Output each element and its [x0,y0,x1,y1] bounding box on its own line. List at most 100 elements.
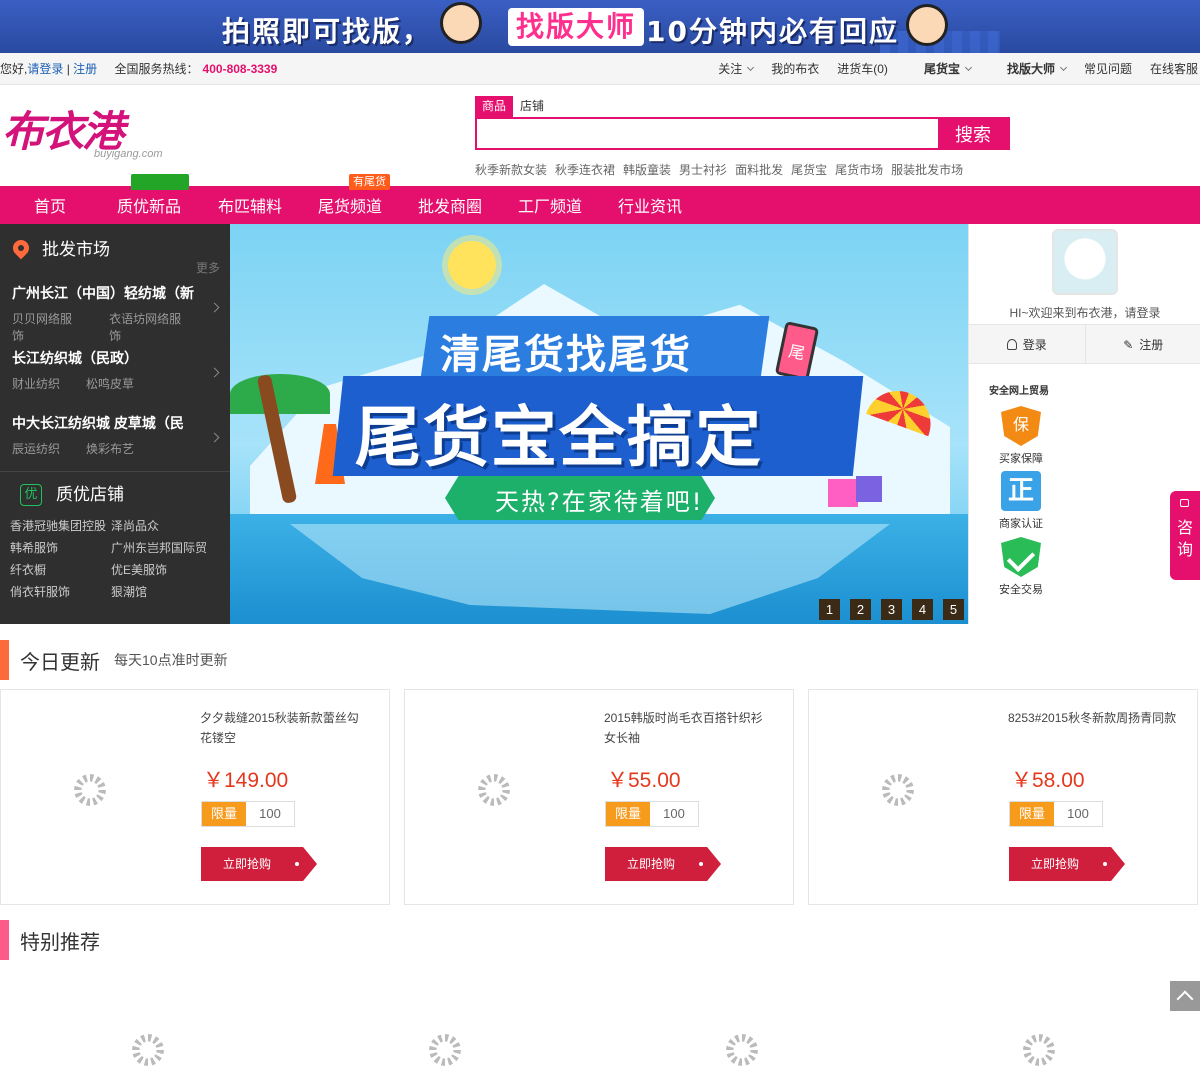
panel-register-label: 注册 [1139,338,1164,352]
panel-login-button[interactable]: 登录 [969,325,1086,363]
shop-link[interactable]: 俏衣轩服饰 [10,583,111,600]
loading-spinner-icon [74,774,106,806]
tab-goods[interactable]: 商品 [475,96,514,117]
market-item[interactable]: 长江纺织城（民政） 财业纺织 松鸣皮草 [0,341,230,406]
product-name[interactable]: 2015韩版时尚毛衣百搭针织衫女长袖 [604,708,774,748]
sun-illustration [448,241,496,289]
user-panel: HI~欢迎来到布衣港，请登录 登录 ✎ 注册 安全网上贸易 保 买家保障 正 商家… [968,224,1200,624]
market-item[interactable]: 广州长江（中国）轻纺城（新 贝贝网络服饰 衣语坊网络服饰 [0,276,230,344]
nav-factory[interactable]: 工厂频道 [518,186,582,224]
follow-menu[interactable]: 关注 [700,53,755,85]
hot-keyword[interactable]: 秋季连衣裙 [555,161,615,178]
market-sidebar: 批发市场 更多 广州长江（中国）轻纺城（新 贝贝网络服饰 衣语坊网络服饰 长江纺织… [0,224,230,624]
hot-keyword[interactable]: 服装批发市场 [891,161,963,178]
buyer-guarantee[interactable]: 保 买家保障 [991,406,1051,466]
loading-spinner-icon [882,774,914,806]
faq-link[interactable]: 常见问题 [1084,53,1132,85]
hot-keywords: 秋季新款女装 秋季连衣裙 韩版童装 男士衬衫 面料批发 尾货宝 尾货市场 服装批… [475,161,971,178]
special-section-header: 特别推荐 [0,920,100,960]
cartoon-photographer-icon [440,2,482,44]
register-link[interactable]: 注册 [73,62,97,76]
hot-keyword[interactable]: 秋季新款女装 [475,161,547,178]
limit-value: 100 [259,806,281,821]
quality-shops-header: 优 质优店铺 [0,471,230,517]
search-box: 搜索 [475,117,1010,150]
shop-link[interactable]: 泽尚品众 [111,517,221,534]
consult-label-2: 询 [1176,540,1193,559]
check-shield-icon [1001,537,1041,577]
buy-now-button[interactable]: 立即抢购 [1009,847,1125,881]
hot-keyword[interactable]: 尾货宝 [791,161,827,178]
hot-keyword[interactable]: 男士衬衫 [679,161,727,178]
nav-home[interactable]: 首页 [34,186,66,224]
limit-value: 100 [1067,806,1089,821]
back-to-top-icon[interactable] [1170,981,1200,1011]
slide-dot[interactable]: 5 [943,599,964,620]
hot-keyword[interactable]: 韩版童装 [623,161,671,178]
search-button[interactable]: 搜索 [938,119,1008,148]
loading-spinner-icon [478,774,510,806]
buy-now-button[interactable]: 立即抢购 [605,847,721,881]
product-name[interactable]: 夕夕裁缝2015秋装新款蕾丝勾花镂空 [200,708,370,748]
weihuobao-label: 尾货宝 [923,62,960,76]
product-card[interactable]: 夕夕裁缝2015秋装新款蕾丝勾花镂空 ￥149.00 限量 100 立即抢购 [0,689,390,905]
shop-link[interactable]: 香港冠驰集团控股 [10,517,111,534]
nav-fabrics[interactable]: 布匹辅料 [218,186,282,224]
market-shop-link[interactable]: 松鸣皮草 [86,375,134,392]
market-item[interactable]: 中大长江纺织城 皮草城（民 辰运纺织 焕彩布艺 [0,406,230,471]
verified-icon: 正 [1001,471,1041,511]
avatar [1052,229,1118,295]
login-link[interactable]: 请登录 [27,62,63,76]
market-shop-link[interactable]: 辰运纺织 [12,440,60,457]
product-card[interactable]: 8253#2015秋冬新款周扬青同款 ￥58.00 限量 100 立即抢购 [808,689,1198,905]
nav-industry-news[interactable]: 行业资讯 [618,186,682,224]
site-logo[interactable]: 布衣港 buyigang.com [2,98,163,168]
shop-link[interactable]: 韩希服饰 [10,539,111,556]
shop-link[interactable]: 纤衣橱 [10,561,111,578]
hotline-label: 全国服务热线： [114,62,199,76]
hero-title-2: 尾货宝全搞定 [355,399,763,476]
shop-link[interactable]: 优E美服饰 [111,561,221,578]
market-shop-link[interactable]: 衣语坊网络服饰 [109,310,192,344]
market-shop-link[interactable]: 贝贝网络服饰 [12,310,83,344]
carousel-pager: 1 2 3 4 5 [809,599,964,620]
panel-register-button[interactable]: ✎ 注册 [1086,325,1200,363]
slide-dot[interactable]: 1 [819,599,840,620]
nav-wholesale[interactable]: 批发商圈 [418,186,482,224]
tab-shops[interactable]: 店铺 [513,96,551,117]
market-shop-link[interactable]: 焕彩布艺 [86,440,134,457]
weihuobao-menu[interactable]: 尾货宝 [906,53,972,85]
utility-right: 关注 我的布衣 进货车(0) 尾货宝 找版大师 常见问题 在线客服 [682,53,1200,85]
search-input[interactable] [477,119,938,148]
more-link[interactable]: 更多 [196,262,220,274]
my-buyi-link[interactable]: 我的布衣 [771,53,819,85]
merchant-verify[interactable]: 正 商家认证 [991,471,1051,531]
chat-icon [1180,499,1189,507]
logo-en: buyigang.com [94,148,163,160]
today-section-header: 今日更新 每天10点准时更新 [0,640,228,680]
hot-keyword[interactable]: 尾货市场 [835,161,883,178]
loading-spinner-icon [726,1034,758,1066]
hero-carousel[interactable]: 尾 清尾货找尾货 尾货宝全搞定 天热?在家待着吧! 1 2 3 4 5 [230,224,968,624]
nav-new-products[interactable]: 质优新品 [117,186,181,224]
slide-dot[interactable]: 4 [912,599,933,620]
hot-keyword[interactable]: 面料批发 [735,161,783,178]
product-name[interactable]: 8253#2015秋冬新款周扬青同款 [1008,708,1178,728]
slide-dot[interactable]: 3 [881,599,902,620]
buy-now-button[interactable]: 立即抢购 [201,847,317,881]
slide-dot[interactable]: 2 [850,599,871,620]
product-card[interactable]: 2015韩版时尚毛衣百搭针织衫女长袖 ￥55.00 限量 100 立即抢购 [404,689,794,905]
limit-label: 限量 [606,802,650,826]
chevron-down-icon [747,63,755,72]
shop-link[interactable]: 狠潮馆 [111,583,221,600]
cart-link[interactable]: 进货车(0) [837,53,888,85]
nav-tail-goods[interactable]: 尾货频道 [318,186,382,224]
market-shop-link[interactable]: 财业纺织 [12,375,60,392]
top-promo-banner[interactable]: 拍照即可找版， 找版大师 10分钟内必有回应 [0,0,1200,53]
consult-float-button[interactable]: 咨 询 [1170,491,1200,580]
welcome-text: HI~欢迎来到布衣港，请登录 [1009,306,1161,320]
online-service-link[interactable]: 在线客服 [1150,53,1198,85]
shop-link[interactable]: 广州东岂邦国际贸 [111,539,221,556]
zhaobandashi-menu[interactable]: 找版大师 [989,53,1068,85]
safe-trade[interactable]: 安全交易 [991,537,1051,597]
